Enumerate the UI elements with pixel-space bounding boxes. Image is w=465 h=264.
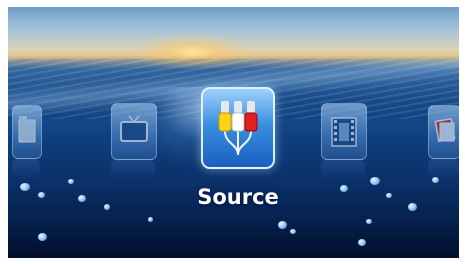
- folder-icon: [18, 116, 36, 143]
- bubble: [68, 179, 74, 184]
- bubble: [386, 193, 392, 198]
- bubble: [20, 183, 30, 191]
- bubble: [370, 177, 380, 185]
- tv-reflection: [111, 160, 155, 180]
- photos-menu-item[interactable]: [428, 105, 459, 159]
- folder-reflection: [12, 159, 40, 179]
- bubble: [408, 203, 417, 211]
- folder-menu-item[interactable]: [12, 105, 42, 159]
- av-cable-icon: [218, 101, 258, 156]
- bubble: [366, 219, 372, 224]
- video-menu-item[interactable]: [321, 103, 367, 160]
- bubble: [148, 217, 153, 222]
- film-reflection: [321, 160, 365, 180]
- bubble: [358, 239, 366, 246]
- photos-icon: [434, 117, 456, 143]
- tv-icon: [120, 115, 148, 142]
- tv-menu-item[interactable]: [111, 103, 157, 160]
- bubble: [104, 204, 110, 210]
- bubble: [290, 229, 296, 234]
- projector-home-screen: Source: [8, 7, 459, 258]
- bubble: [38, 233, 47, 241]
- bubble: [78, 195, 86, 202]
- film-icon: [331, 117, 357, 147]
- source-menu-item[interactable]: [201, 87, 275, 169]
- bubble: [278, 221, 287, 229]
- bubble: [38, 192, 45, 198]
- photos-reflection: [428, 159, 459, 179]
- bubble: [340, 185, 348, 192]
- selected-menu-label: Source: [197, 185, 279, 209]
